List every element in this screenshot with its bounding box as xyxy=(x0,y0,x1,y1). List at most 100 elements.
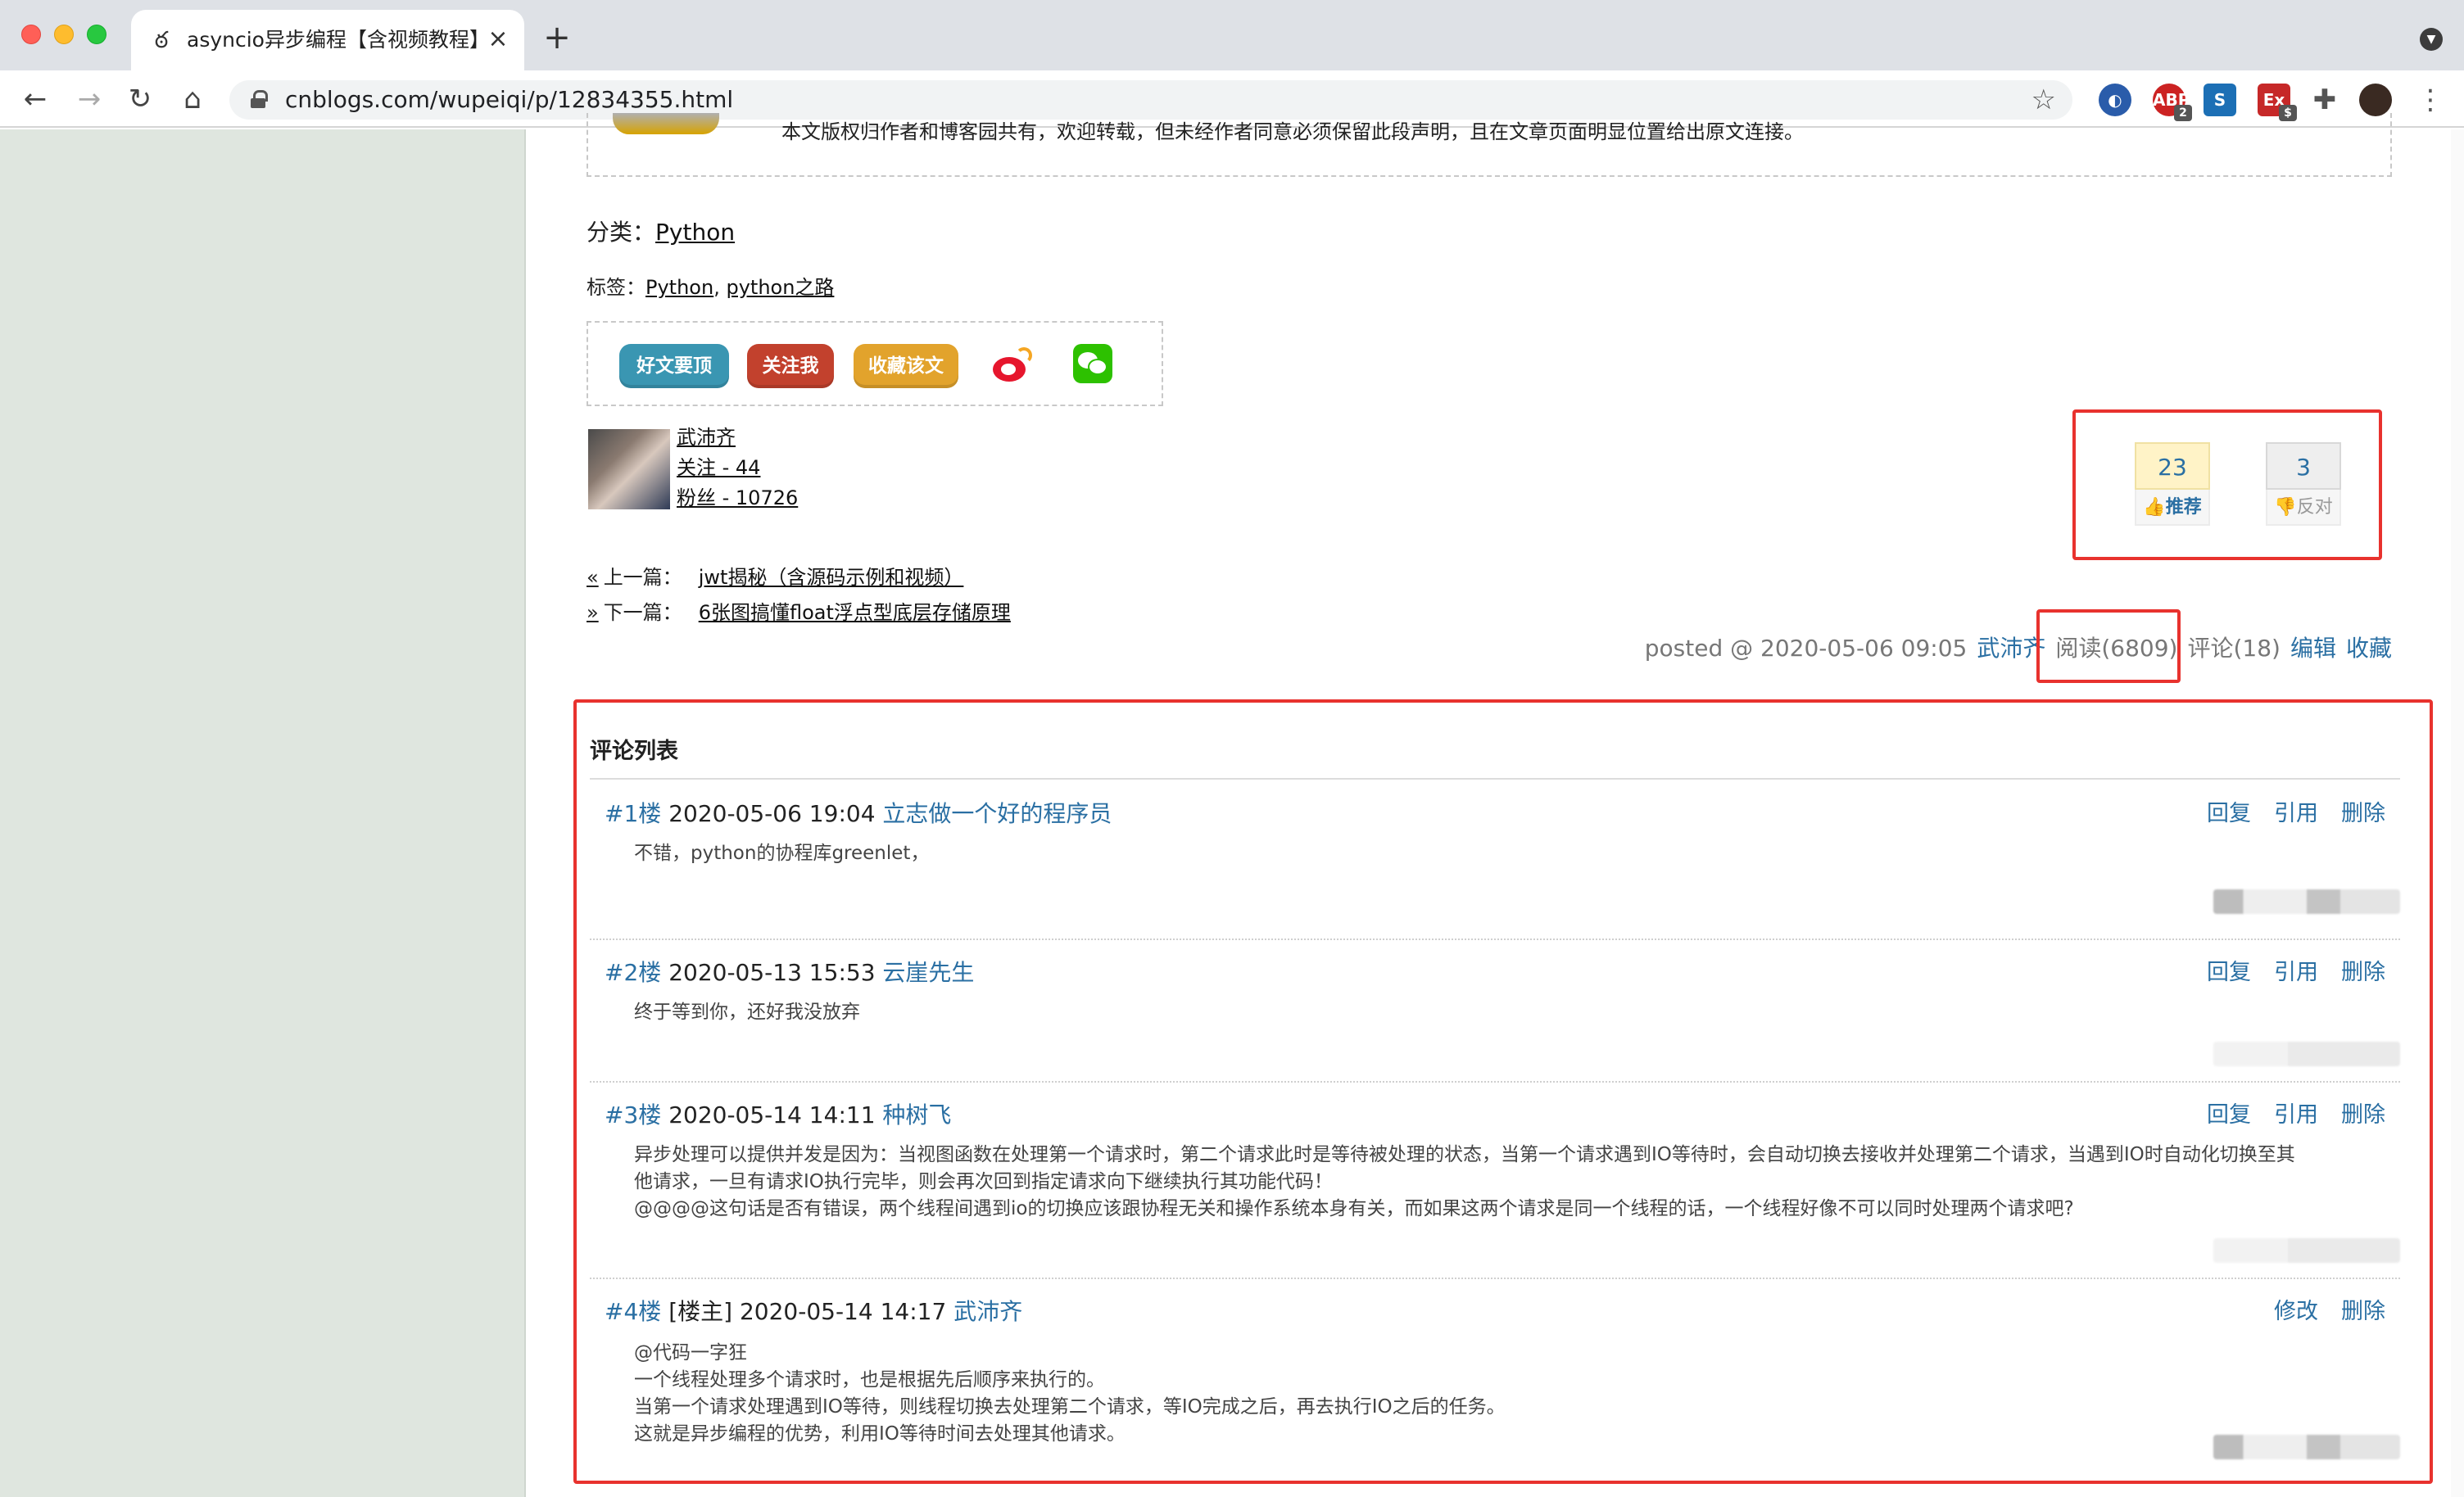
owner-tag: [楼主] xyxy=(668,1298,733,1325)
bookmark-star-icon[interactable]: ☆ xyxy=(2031,85,2056,115)
adblock-extension-icon[interactable]: ABP 2 xyxy=(2153,84,2192,121)
s-extension-icon[interactable]: S xyxy=(2204,84,2236,116)
extensions-puzzle-icon[interactable]: ✚ xyxy=(2308,84,2341,116)
delete-link[interactable]: 删除 xyxy=(2341,960,2385,985)
prev-post-link[interactable]: jwt揭秘（含源码示例和视频） xyxy=(699,566,964,589)
tag-link[interactable]: python之路 xyxy=(726,276,834,299)
comment-body: @代码一字狂 一个线程处理多个请求时，也是根据先后顺序来执行的。 当第一个请求处… xyxy=(634,1340,2387,1448)
post-date: posted @ 2020-05-06 09:05 xyxy=(1644,635,1968,662)
footer-author-link[interactable]: 武沛齐 xyxy=(1977,635,2045,662)
category-label: 分类： xyxy=(587,219,656,246)
reply-link[interactable]: 回复 xyxy=(2207,1102,2251,1128)
blurred-comment-widget xyxy=(2213,889,2400,914)
comment-date: 2020-05-06 19:04 xyxy=(668,800,876,827)
recommend-count: 23 xyxy=(2135,442,2210,490)
comment-date: 2020-05-14 14:17 xyxy=(739,1298,947,1325)
translate-extension-icon[interactable]: ◐ xyxy=(2099,84,2131,116)
comment-actions: 回复 引用 删除 xyxy=(2184,798,2385,830)
comment-body: 不错，python的协程库greenlet， xyxy=(634,840,2387,867)
page-content: 本文版权归作者和博客园共有，欢迎转载，但未经作者同意必须保留此段声明，且在文章页… xyxy=(0,113,2464,1497)
vote-box-highlight: 23 👍推荐 3 👎反对 xyxy=(2072,409,2382,560)
profile-avatar[interactable] xyxy=(2359,84,2392,116)
next-post-label: 下一篇： xyxy=(603,601,682,624)
quote-link[interactable]: 引用 xyxy=(2274,1102,2318,1128)
minimize-window-button[interactable] xyxy=(54,25,74,44)
comment-header: #3楼 2020-05-14 14:11 种树飞 xyxy=(605,1099,951,1132)
new-tab-plus-icon[interactable]: + xyxy=(541,21,573,54)
post-navigation: «上一篇： jwt揭秘（含源码示例和视频） » 下一篇： 6张图搞懂float浮点型底… xyxy=(587,560,1011,631)
comment-floor-link[interactable]: #1楼 xyxy=(605,800,661,827)
author-avatar[interactable] xyxy=(588,429,670,509)
follow-author-button[interactable]: 关注我 xyxy=(747,344,834,388)
oppose-count: 3 xyxy=(2266,442,2341,490)
notice-icon xyxy=(613,113,719,134)
author-name-link[interactable]: 武沛齐 xyxy=(677,426,736,449)
close-tab-icon[interactable]: × xyxy=(483,25,513,54)
comment-line: 终于等到你，还好我没放弃 xyxy=(634,1002,860,1023)
prev-post-label: 上一篇： xyxy=(603,566,682,589)
quote-link[interactable]: 引用 xyxy=(2274,960,2318,985)
author-info: 武沛齐 关注 - 44 粉丝 - 10726 xyxy=(677,423,798,513)
oppose-vote-button[interactable]: 3 👎反对 xyxy=(2266,442,2341,527)
delete-link[interactable]: 删除 xyxy=(2341,801,2385,826)
edit-post-link[interactable]: 编辑 xyxy=(2290,635,2336,662)
blurred-comment-widget xyxy=(2213,1042,2400,1066)
comment-actions: 修改 删除 xyxy=(2251,1296,2385,1328)
comment-item: #1楼 2020-05-06 19:04 立志做一个好的程序员 回复 引用 删除 不… xyxy=(590,798,2400,940)
comment-date: 2020-05-13 15:53 xyxy=(668,959,876,986)
tab-search-chevron-icon[interactable]: ▼ xyxy=(2420,28,2443,51)
collect-post-link[interactable]: 收藏 xyxy=(2346,635,2392,662)
tag-separator: , xyxy=(713,276,727,299)
comments-title: 评论列表 xyxy=(590,739,678,764)
reply-link[interactable]: 回复 xyxy=(2207,801,2251,826)
comment-date: 2020-05-14 14:11 xyxy=(668,1101,876,1128)
tab-title: asyncio异步编程【含视频教程】 xyxy=(187,28,482,52)
comments-divider xyxy=(590,778,2400,780)
price-extension-icon[interactable]: Ex $ xyxy=(2258,84,2297,121)
blurred-comment-widget xyxy=(2213,1238,2400,1263)
maximize-window-button[interactable] xyxy=(87,25,106,44)
close-window-button[interactable] xyxy=(21,25,41,44)
comment-line: 一个线程处理多个请求时，也是根据先后顺序来执行的。 xyxy=(634,1369,1105,1391)
reload-icon[interactable]: ↻ xyxy=(123,82,157,116)
reply-link[interactable]: 回复 xyxy=(2207,960,2251,985)
comments-section: 评论列表 #1楼 2020-05-06 19:04 立志做一个好的程序员 回复引… xyxy=(573,699,2433,1484)
comment-floor-link[interactable]: #3楼 xyxy=(605,1101,661,1128)
comment-floor-link[interactable]: #4楼 xyxy=(605,1298,661,1325)
delete-link[interactable]: 删除 xyxy=(2341,1102,2385,1128)
recommend-vote-button[interactable]: 23 👍推荐 xyxy=(2135,442,2210,527)
quote-link[interactable]: 引用 xyxy=(2274,801,2318,826)
lock-icon[interactable] xyxy=(251,90,268,108)
comment-floor-link[interactable]: #2楼 xyxy=(605,959,661,986)
comment-author-link[interactable]: 立志做一个好的程序员 xyxy=(882,800,1112,827)
home-icon[interactable]: ⌂ xyxy=(175,82,210,116)
comment-author-link[interactable]: 武沛齐 xyxy=(953,1298,1022,1325)
browser-menu-icon[interactable]: ⋮ xyxy=(2416,84,2444,116)
author-following-link[interactable]: 关注 - 44 xyxy=(677,456,760,479)
back-arrow-icon[interactable]: ← xyxy=(18,82,52,116)
recommend-post-button[interactable]: 好文要顶 xyxy=(619,344,729,388)
scrollbar-track[interactable] xyxy=(2451,129,2464,1497)
cnblogs-favicon-icon: ఠ xyxy=(154,26,169,53)
modify-link[interactable]: 修改 xyxy=(2274,1299,2318,1324)
category-link[interactable]: Python xyxy=(655,219,735,246)
wechat-share-icon[interactable] xyxy=(1073,344,1112,383)
delete-link[interactable]: 删除 xyxy=(2341,1299,2385,1324)
comment-author-link[interactable]: 种树飞 xyxy=(882,1101,951,1128)
comment-author-link[interactable]: 云崖先生 xyxy=(882,959,974,986)
weibo-share-icon[interactable] xyxy=(991,346,1034,385)
tag-link[interactable]: Python xyxy=(645,276,713,299)
next-post-row: » 下一篇： 6张图搞懂float浮点型底层存储原理 xyxy=(587,595,1011,631)
browser-tab-active[interactable]: ఠ asyncio异步编程【含视频教程】 × xyxy=(131,10,524,70)
url-text[interactable]: cnblogs.com/wupeiqi/p/12834355.html xyxy=(285,87,733,113)
comment-header: #1楼 2020-05-06 19:04 立志做一个好的程序员 xyxy=(605,798,1112,830)
read-count-highlight xyxy=(2036,609,2181,683)
favorite-post-button[interactable]: 收藏该文 xyxy=(854,344,958,388)
prev-post-row: «上一篇： jwt揭秘（含源码示例和视频） xyxy=(587,560,1011,595)
forward-arrow-icon[interactable]: → xyxy=(72,82,106,116)
comment-header: #2楼 2020-05-13 15:53 云崖先生 xyxy=(605,957,974,989)
author-followers-link[interactable]: 粉丝 - 10726 xyxy=(677,486,798,509)
comment-item: #2楼 2020-05-13 15:53 云崖先生 回复 引用 删除 终于等到你，还… xyxy=(590,940,2400,1083)
comment-header: #4楼 [楼主] 2020-05-14 14:17 武沛齐 xyxy=(605,1296,1022,1328)
next-post-link[interactable]: 6张图搞懂float浮点型底层存储原理 xyxy=(699,601,1011,624)
